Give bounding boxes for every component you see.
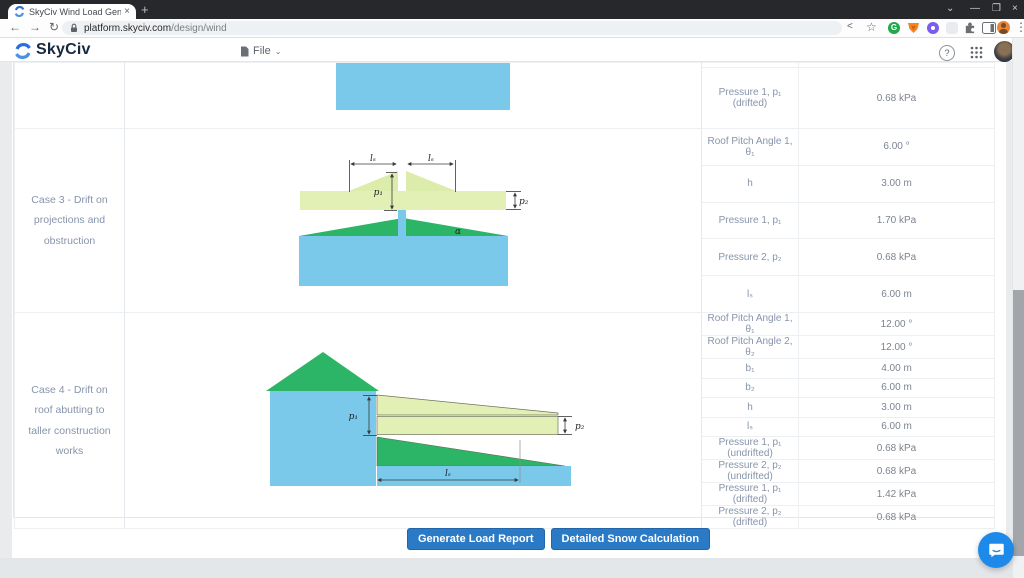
brand-title[interactable]: SkyCiv xyxy=(36,41,91,59)
browser-titlebar: SkyCiv Wind Load Genera × + ⌄ — ❐ × xyxy=(0,0,1024,19)
param-label: Pressure 1, p₁ xyxy=(702,202,799,239)
tab-close-icon[interactable]: × xyxy=(124,7,130,17)
case3-alpha-label: α xyxy=(455,227,461,237)
case2-diagram-partial xyxy=(125,63,700,128)
snow-results-table: Pressure 1, p₁ (drifted) 0.68 kPa Case 3… xyxy=(14,62,995,529)
file-icon xyxy=(240,46,249,57)
param-value: 0.68 kPa xyxy=(799,68,995,129)
param-label: Roof Pitch Angle 2, θ₂ xyxy=(702,336,799,359)
file-menu[interactable]: File ⌄ xyxy=(240,45,281,57)
new-tab-button[interactable]: + xyxy=(141,2,149,17)
action-buttons: Generate Load Report Detailed Snow Calcu… xyxy=(407,528,710,550)
back-icon[interactable]: ← xyxy=(9,21,21,33)
disabled-extension-icon[interactable] xyxy=(946,22,958,34)
address-bar[interactable]: platform.skyciv.com/design/wind xyxy=(62,21,842,35)
param-label: Pressure 2, p₂ (undrifted) xyxy=(702,460,799,483)
case3-ls-left-label: lₛ xyxy=(370,154,376,164)
case3-label-cell: Case 3 - Drift on projections and obstru… xyxy=(15,129,125,313)
case4-p1-label: p₁ xyxy=(349,412,358,422)
file-chevron-icon: ⌄ xyxy=(275,47,282,56)
avatar-face xyxy=(1001,23,1006,28)
purple-extension-icon[interactable] xyxy=(927,22,939,34)
url-domain: platform.skyciv.com xyxy=(84,23,171,34)
case4-p2-label: p₂ xyxy=(575,422,585,432)
url-text: platform.skyciv.com/design/wind xyxy=(84,23,227,34)
param-value: 0.68 kPa xyxy=(799,506,995,529)
param-label: lₛ xyxy=(702,417,799,437)
skyciv-favicon xyxy=(14,6,25,17)
case3-diagram-cell: lₛ lₛ p₁ p₂ α xyxy=(125,129,702,313)
file-menu-label: File xyxy=(253,45,271,57)
generate-load-report-button[interactable]: Generate Load Report xyxy=(407,528,545,550)
browser-tab[interactable]: SkyCiv Wind Load Genera × xyxy=(8,4,136,19)
results-table-card: Pressure 1, p₁ (drifted) 0.68 kPa Case 3… xyxy=(13,62,995,518)
case-label-cell xyxy=(15,63,125,129)
grammarly-extension-icon[interactable]: G xyxy=(888,22,900,34)
param-label: lₛ xyxy=(702,276,799,313)
param-label: b₁ xyxy=(702,359,799,379)
skyciv-logo-icon[interactable] xyxy=(14,42,32,60)
tab-title: SkyCiv Wind Load Genera xyxy=(29,7,121,17)
param-label: Pressure 1, p₁ (drifted) xyxy=(702,68,799,129)
lock-icon xyxy=(70,23,78,33)
param-label: Pressure 2, p₂ (drifted) xyxy=(702,506,799,529)
browser-profile-avatar[interactable] xyxy=(997,21,1010,34)
param-value: 3.00 m xyxy=(799,165,995,202)
case3-ls-right-label: lₛ xyxy=(428,154,434,164)
side-panel-icon[interactable] xyxy=(982,22,996,34)
param-value: 6.00 ° xyxy=(799,129,995,166)
param-label: Roof Pitch Angle 1, θ₁ xyxy=(702,129,799,166)
case4-label-cell: Case 4 - Drift on roof abutting to talle… xyxy=(15,313,125,529)
param-label: Pressure 1, p₁ (undrifted) xyxy=(702,437,799,460)
help-button[interactable]: ? xyxy=(939,45,955,61)
window-restore-icon[interactable]: ❐ xyxy=(992,3,1001,14)
window-close-icon[interactable]: × xyxy=(1012,3,1018,14)
param-value: 6.00 m xyxy=(799,417,995,437)
case3-diagram: lₛ lₛ p₁ p₂ α xyxy=(125,129,700,312)
reload-icon[interactable]: ↻ xyxy=(49,21,59,33)
param-label: b₂ xyxy=(702,378,799,398)
window-menu-icon[interactable]: ⌄ xyxy=(946,3,954,14)
param-value: 12.00 ° xyxy=(799,336,995,359)
param-value: 0.68 kPa xyxy=(799,239,995,276)
chat-widget-button[interactable] xyxy=(978,532,1014,568)
param-value: 1.70 kPa xyxy=(799,202,995,239)
forward-icon[interactable]: → xyxy=(29,21,41,33)
footer-strip xyxy=(0,558,1024,578)
param-value: 4.00 m xyxy=(799,359,995,379)
case4-diagram-cell: p₁ p₂ lₛ xyxy=(125,313,702,529)
metamask-extension-icon[interactable] xyxy=(907,22,920,34)
param-value: 0.68 kPa xyxy=(799,460,995,483)
share-icon[interactable]: < xyxy=(847,22,853,32)
browser-menu-icon[interactable]: ⋮ xyxy=(1015,21,1024,33)
param-value: 3.00 m xyxy=(799,398,995,418)
param-label: Pressure 2, p₂ xyxy=(702,239,799,276)
detailed-snow-calculation-button[interactable]: Detailed Snow Calculation xyxy=(551,528,711,550)
param-label: h xyxy=(702,165,799,202)
param-value: 6.00 m xyxy=(799,378,995,398)
param-label: Pressure 1, p₁ (drifted) xyxy=(702,483,799,506)
param-label: Roof Pitch Angle 1, θ₁ xyxy=(702,313,799,336)
param-value: 12.00 ° xyxy=(799,313,995,336)
purple-extension-glyph xyxy=(931,26,935,30)
param-value: 0.68 kPa xyxy=(799,437,995,460)
case2-diagram-cell xyxy=(125,63,702,129)
app-header xyxy=(0,38,1012,62)
bookmark-star-icon[interactable]: ☆ xyxy=(866,21,877,33)
window-minimize-icon[interactable]: — xyxy=(970,3,980,14)
param-label: h xyxy=(702,398,799,418)
chat-icon xyxy=(988,542,1005,559)
case3-p2-label: p₂ xyxy=(519,197,529,207)
case4-ls-label: lₛ xyxy=(445,469,451,479)
apps-grid-icon[interactable] xyxy=(970,46,983,59)
case3-p1-label: p₁ xyxy=(374,188,383,198)
page-scrollbar-thumb[interactable] xyxy=(1013,290,1024,556)
param-value: 6.00 m xyxy=(799,276,995,313)
param-value: 1.42 kPa xyxy=(799,483,995,506)
url-path: /design/wind xyxy=(171,23,227,34)
extensions-puzzle-icon[interactable] xyxy=(963,22,976,34)
case4-diagram: p₁ p₂ lₛ xyxy=(125,324,700,518)
